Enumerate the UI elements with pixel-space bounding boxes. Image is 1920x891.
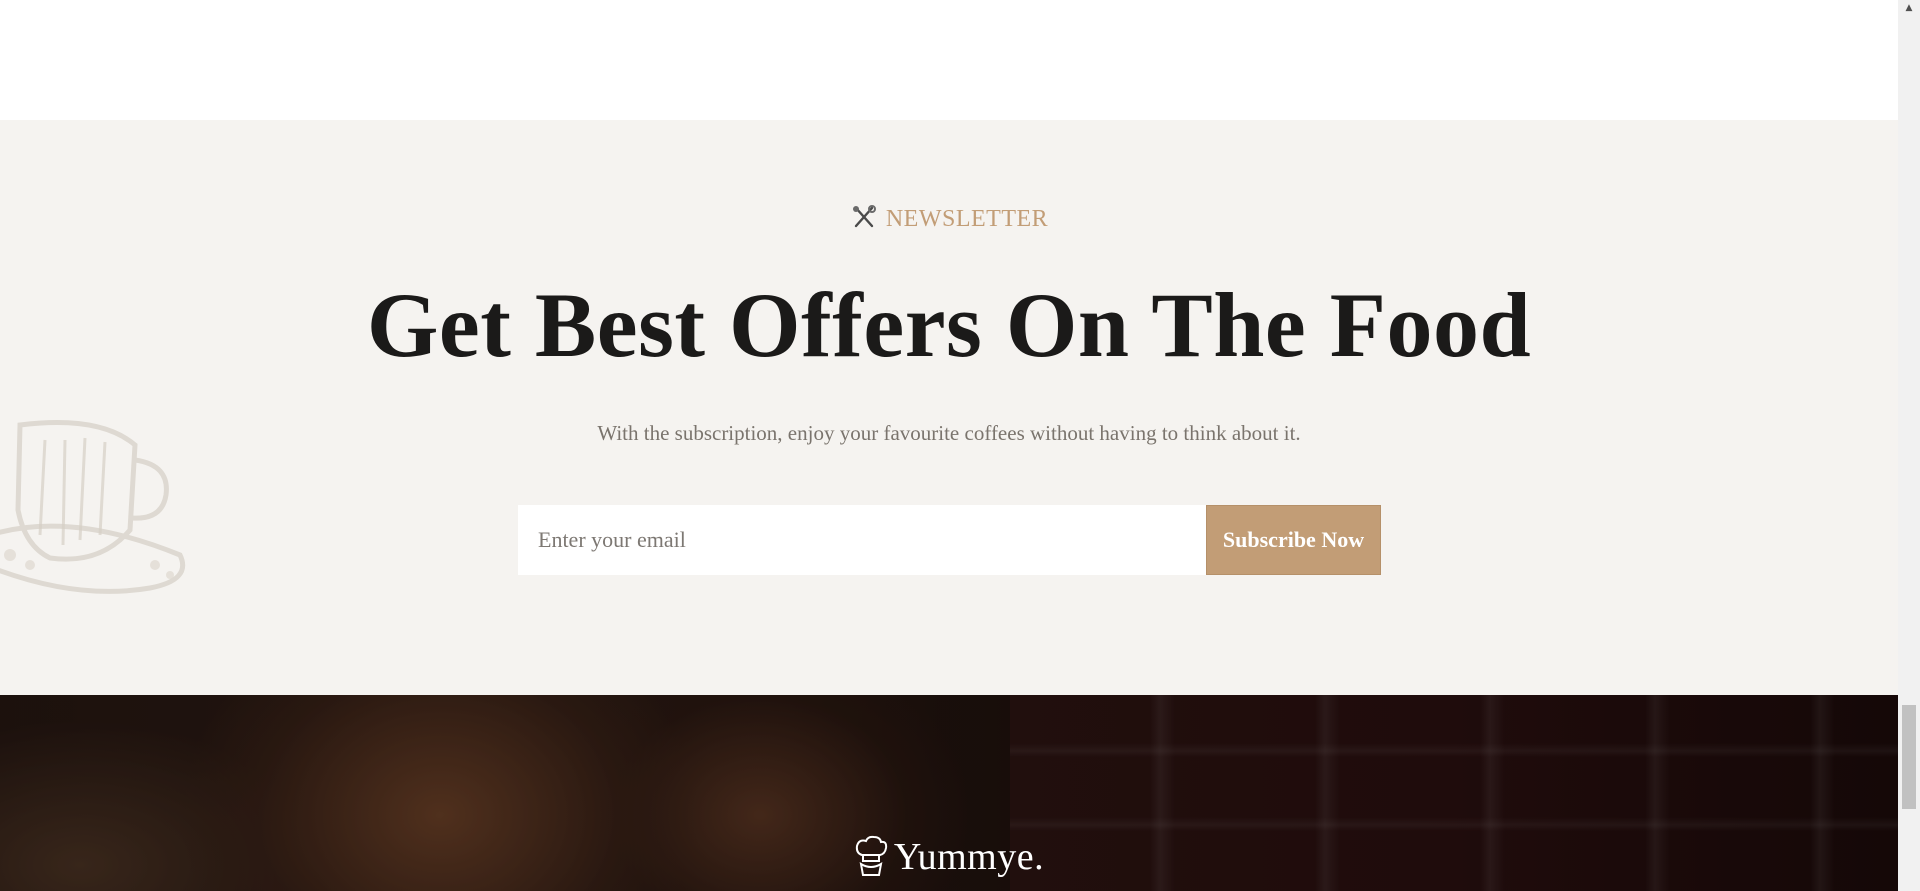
utensils-icon [852, 205, 876, 228]
scrollbar[interactable]: ▲ [1898, 0, 1920, 891]
scroll-up-arrow-icon[interactable]: ▲ [1898, 0, 1920, 17]
footer-brand[interactable]: Yummye. [0, 835, 1898, 879]
page: NEWSLETTER Get Best Offers On The Food W… [0, 0, 1920, 891]
top-blank-section [0, 0, 1898, 120]
newsletter-form: Subscribe Now [518, 505, 1381, 575]
newsletter-section: NEWSLETTER Get Best Offers On The Food W… [0, 120, 1898, 695]
newsletter-eyebrow: NEWSLETTER [0, 204, 1898, 233]
scrollbar-thumb[interactable] [1902, 705, 1916, 809]
newsletter-headline: Get Best Offers On The Food [366, 274, 1532, 376]
chef-hat-icon [855, 835, 888, 876]
subscribe-button[interactable]: Subscribe Now [1206, 505, 1381, 575]
footer-brand-name: Yummye. [893, 836, 1045, 878]
footer: Yummye. [0, 695, 1898, 891]
newsletter-subtext: With the subscription, enjoy your favour… [597, 421, 1301, 445]
email-input[interactable] [518, 505, 1206, 575]
newsletter-eyebrow-label: NEWSLETTER [885, 206, 1049, 232]
